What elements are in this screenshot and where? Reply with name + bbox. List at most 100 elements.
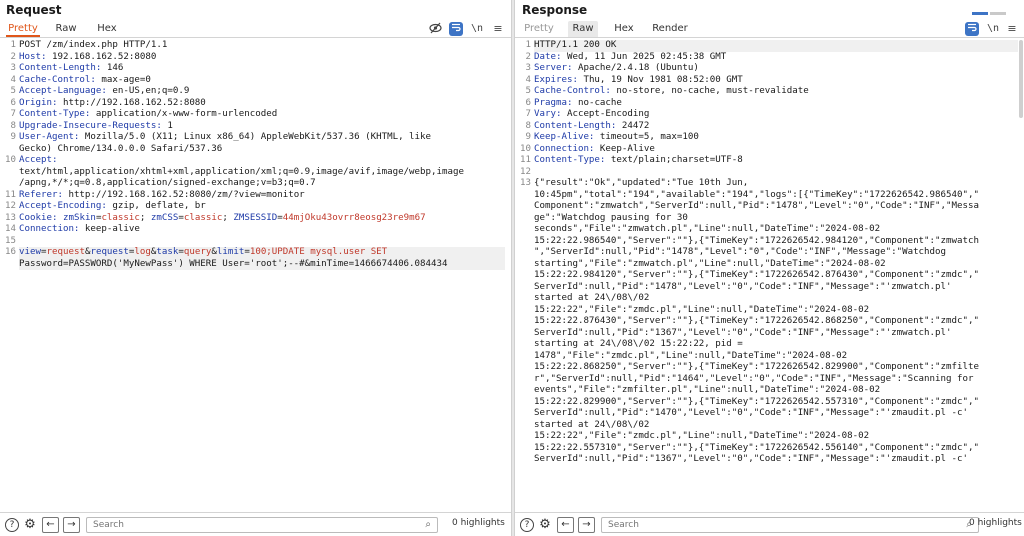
- wrap-icon[interactable]: [965, 22, 979, 36]
- response-search-bar: ? ⚙ ← → ⌕ 0 highlights: [515, 512, 1024, 536]
- response-body-line: 15:22:22.829900","Server":""},{"TimeKey"…: [534, 396, 979, 407]
- newline-toggle[interactable]: \n: [986, 22, 1000, 36]
- request-line: Accept-Language: en-US,en;q=0.9: [19, 86, 190, 96]
- response-pane: Response Pretty Raw Hex Render \n ≡ 1234…: [515, 0, 1024, 536]
- response-body-line: ServerId":null,"Pid":"1470","Level":"0",…: [534, 408, 969, 418]
- request-highlights-count: 0 highlights: [452, 518, 505, 528]
- help-icon[interactable]: ?: [5, 518, 19, 532]
- menu-icon[interactable]: ≡: [1005, 22, 1019, 36]
- request-line: text/html,application/xhtml+xml,applicat…: [19, 166, 464, 177]
- response-line: Vary: Accept-Encoding: [534, 109, 650, 119]
- request-line: Connection: keep-alive: [19, 224, 140, 234]
- forward-arrow-icon[interactable]: →: [578, 517, 595, 533]
- response-line-numbers: 1 2 3 4 5 6 7 8 9 10 11 12 13: [520, 40, 531, 188]
- search-icon: ⌕: [425, 519, 431, 530]
- tab-render[interactable]: Render: [650, 21, 690, 37]
- response-line: Pragma: no-cache: [534, 97, 622, 108]
- back-arrow-icon[interactable]: ←: [557, 517, 574, 533]
- settings-icon[interactable]: ⚙: [538, 518, 552, 532]
- response-body-line: 10:45pm","total":"194","available":"194"…: [534, 189, 979, 200]
- response-body-line: ","ServerId":null,"Pid":"1478","Level":"…: [534, 247, 947, 257]
- response-search-input-box[interactable]: ⌕: [601, 517, 979, 533]
- request-line: Host: 192.168.162.52:8080: [19, 51, 157, 62]
- request-body-line: view=request&request=log&task=query&limi…: [19, 247, 505, 259]
- settings-icon[interactable]: ⚙: [23, 518, 37, 532]
- request-line: Content-Type: application/x-www-form-url…: [19, 109, 278, 119]
- response-line: Content-Type: text/plain;charset=UTF-8: [534, 155, 743, 165]
- response-line: Connection: Keep-Alive: [534, 143, 655, 154]
- response-body-line: ServerId":null,"Pid":"1367","Level":"0",…: [534, 454, 969, 464]
- response-line: Content-Length: 24472: [534, 120, 650, 131]
- request-line: Gecko) Chrome/134.0.0.0 Safari/537.36: [19, 143, 223, 154]
- response-body-line: ServerId":null,"Pid":"1478","Level":"0",…: [534, 281, 952, 292]
- response-line: Cache-Control: no-store, no-cache, must-…: [534, 86, 809, 96]
- response-body-line: 15:22:22","File":"zmdc.pl","Line":null,"…: [534, 304, 870, 315]
- response-body-line: Component":"zmwatch","ServerId":null,"Pi…: [534, 201, 979, 211]
- request-line: Accept-Encoding: gzip, deflate, br: [19, 201, 206, 211]
- back-arrow-icon[interactable]: ←: [42, 517, 59, 533]
- response-line: Keep-Alive: timeout=5, max=100: [534, 132, 699, 142]
- tab-hex[interactable]: Hex: [94, 21, 120, 37]
- forward-arrow-icon[interactable]: →: [63, 517, 80, 533]
- response-body-line: 15:22:22","File":"zmdc.pl","Line":null,"…: [534, 431, 870, 441]
- response-line: Expires: Thu, 19 Nov 1981 08:52:00 GMT: [534, 74, 743, 85]
- response-search-input[interactable]: [608, 520, 728, 530]
- request-editor[interactable]: 1 2 3 4 5 6 7 8 9 10 11 12 13 14 15 16 POST /zm/index.p…: [0, 40, 511, 510]
- request-line: Referer: http://192.168.162.52:8080/zm/?…: [19, 189, 305, 200]
- response-editor[interactable]: 1 2 3 4 5 6 7 8 9 10 11 12 13 HTTP/1.1 200 OK Date: …: [515, 40, 1024, 510]
- response-body-line: 15:22:22.876430","Server":""},{"TimeKey"…: [534, 316, 979, 326]
- response-body-line: 15:22:22.984120","Server":""},{"TimeKey"…: [534, 270, 979, 280]
- request-pane: Request Pretty Raw Hex \n ≡ 1 2 3 4 5 6 7 8 9 10 1…: [0, 0, 511, 536]
- request-line: POST /zm/index.php HTTP/1.1: [19, 40, 168, 50]
- request-line: Cache-Control: max-age=0: [19, 74, 151, 85]
- request-line: Content-Length: 146: [19, 63, 124, 73]
- response-code[interactable]: HTTP/1.1 200 OK Date: Wed, 11 Jun 2025 0…: [534, 40, 1024, 466]
- response-body-line: seconds","File":"zmwatch.pl","Line":null…: [534, 224, 881, 234]
- response-body-line: ServerId":null,"Pid":"1367","Level":"0",…: [534, 327, 952, 338]
- request-search-bar: ? ⚙ ← → ⌕ 0 highlights: [0, 512, 511, 536]
- help-icon[interactable]: ?: [520, 518, 534, 532]
- tab-raw[interactable]: Raw: [54, 21, 78, 37]
- response-line: Server: Apache/2.4.18 (Ubuntu): [534, 63, 699, 73]
- tab-pretty[interactable]: Pretty: [6, 21, 40, 37]
- tab-pretty[interactable]: Pretty: [522, 21, 556, 37]
- response-line: HTTP/1.1 200 OK: [534, 40, 1018, 52]
- response-body-line: events","File":"zmfilter.pl","Line":null…: [534, 385, 881, 395]
- request-line: Cookie: zmSkin=classic; zmCSS=classic; Z…: [19, 212, 426, 223]
- response-body-line: started at 24\/08\/02: [534, 293, 650, 303]
- response-body-line: starting","File":"zmwatch.pl","Line":nul…: [534, 258, 886, 269]
- response-highlights-count: 0 highlights: [969, 518, 1022, 528]
- response-tabs: Pretty Raw Hex Render: [515, 21, 1024, 38]
- response-body-line: 15:22:22.986540","Server":""},{"TimeKey"…: [534, 235, 979, 246]
- wrap-icon[interactable]: [449, 22, 463, 36]
- response-body-line: ge":"Watchdog pausing for 30: [534, 212, 688, 223]
- response-line: [534, 167, 1018, 179]
- request-body-line: Password=PASSWORD('MyNewPass') WHERE Use…: [19, 258, 505, 270]
- menu-icon[interactable]: ≡: [491, 22, 505, 36]
- scroll-thumb[interactable]: [1019, 40, 1023, 118]
- request-title: Request: [6, 3, 62, 17]
- newline-toggle[interactable]: \n: [470, 22, 484, 36]
- request-search-input[interactable]: [93, 520, 213, 530]
- response-body-line: 15:22:22.868250","Server":""},{"TimeKey"…: [534, 362, 979, 372]
- response-scrollbar[interactable]: [1018, 40, 1024, 510]
- request-search-input-box[interactable]: ⌕: [86, 517, 438, 533]
- request-line: [19, 236, 505, 248]
- request-line-numbers: 1 2 3 4 5 6 7 8 9 10 11 12 13 14 15 16: [5, 40, 16, 257]
- response-body-line: r","ServerId":null,"Pid":"1464","Level":…: [534, 373, 974, 384]
- request-line: Upgrade-Insecure-Requests: 1: [19, 120, 173, 131]
- layout-toggle[interactable]: [972, 0, 1012, 15]
- response-line: Date: Wed, 11 Jun 2025 02:45:38 GMT: [534, 51, 727, 62]
- tab-hex[interactable]: Hex: [611, 21, 637, 37]
- request-line: Origin: http://192.168.162.52:8080: [19, 97, 206, 108]
- response-title: Response: [522, 3, 588, 17]
- response-body-line: started at 24\/08\/02: [534, 419, 650, 430]
- request-line: User-Agent: Mozilla/5.0 (X11; Linux x86_…: [19, 132, 432, 142]
- request-code[interactable]: POST /zm/index.php HTTP/1.1 Host: 192.16…: [19, 40, 511, 270]
- response-body-line: 1478","File":"zmdc.pl","Line":null,"Date…: [534, 350, 848, 361]
- burp-repeater: Request Pretty Raw Hex \n ≡ 1 2 3 4 5 6 7 8 9 10 1…: [0, 0, 1024, 536]
- response-body-line: {"result":"Ok","updated":"Tue 10th Jun,: [534, 178, 749, 188]
- eye-slash-icon[interactable]: [428, 22, 442, 36]
- request-line: Accept:: [19, 155, 58, 165]
- tab-raw[interactable]: Raw: [568, 21, 598, 37]
